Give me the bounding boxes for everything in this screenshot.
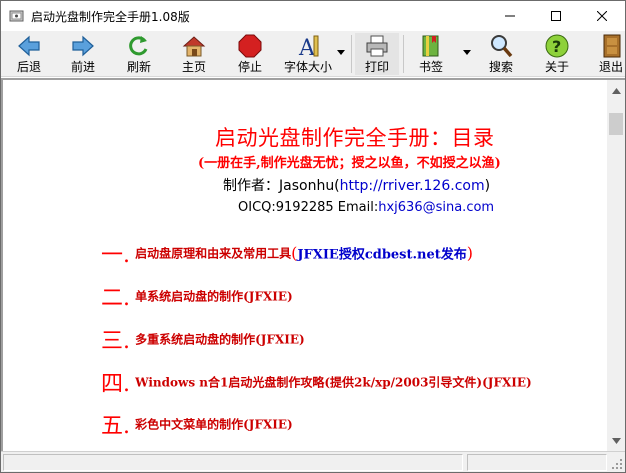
exit-door-icon bbox=[603, 34, 621, 58]
author-line: 制作者：Jasonhu(http://rriver.126.com) bbox=[223, 175, 490, 195]
page-subtitle: (一册在手,制作光盘无忧；授之以鱼，不如授之以渔) bbox=[198, 156, 501, 171]
toc-item-5[interactable]: 五. 彩色中文菜单的制作(JFXIE) bbox=[101, 408, 293, 440]
print-button[interactable]: 打印 bbox=[355, 33, 399, 75]
toc-number: 一. bbox=[101, 243, 130, 268]
toc-number: 四. bbox=[101, 372, 130, 397]
toc-credit-link[interactable]: JFXIE授权cdbest.net发布 bbox=[297, 248, 466, 263]
help-icon: ? bbox=[545, 34, 569, 58]
toc-item-1[interactable]: 一. 启动盘原理和由来及常用工具(JFXIE授权cdbest.net发布) bbox=[101, 237, 473, 269]
toc-link[interactable]: 启动盘原理和由来及常用工具 bbox=[135, 247, 291, 261]
author-suffix: ) bbox=[484, 178, 491, 194]
about-button[interactable]: ? 关于 bbox=[535, 33, 579, 75]
close-icon bbox=[597, 11, 607, 21]
stop-icon bbox=[238, 34, 262, 58]
toc-link[interactable]: 单系统启动盘的制作(JFXIE) bbox=[135, 290, 293, 304]
maximize-button[interactable] bbox=[533, 1, 579, 31]
toc-link[interactable]: Windows n合1启动光盘制作攻略(提供2k/xp/2003引导文件)(JF… bbox=[135, 376, 532, 390]
document-view[interactable]: 启动光盘制作完全手册：目录 (一册在手,制作光盘无忧；授之以鱼，不如授之以渔) … bbox=[1, 78, 607, 451]
status-bar bbox=[1, 451, 625, 472]
refresh-label: 刷新 bbox=[126, 60, 151, 74]
svg-text:A: A bbox=[298, 36, 316, 59]
back-button[interactable]: 后退 bbox=[7, 33, 51, 75]
resize-grip-icon[interactable] bbox=[611, 458, 623, 470]
window-title: 启动光盘制作完全手册1.08版 bbox=[31, 10, 190, 24]
stop-label: 停止 bbox=[237, 60, 262, 74]
search-button[interactable]: 搜索 bbox=[479, 33, 523, 75]
about-label: 关于 bbox=[544, 60, 569, 74]
font-size-button[interactable]: A 字体大小 bbox=[277, 33, 339, 75]
exit-label: 退出 bbox=[598, 60, 623, 74]
email-link[interactable]: hxj636@sina.com bbox=[378, 200, 494, 215]
status-panel-secondary bbox=[467, 454, 607, 471]
author-prefix: 制作者：Jasonhu( bbox=[223, 178, 340, 194]
author-homepage-link[interactable]: http://rriver.126.com bbox=[340, 178, 485, 194]
close-button[interactable] bbox=[579, 1, 625, 31]
font-size-label: 字体大小 bbox=[283, 60, 332, 74]
stop-button[interactable]: 停止 bbox=[228, 33, 272, 75]
refresh-icon bbox=[129, 36, 148, 56]
font-size-dropdown-icon[interactable] bbox=[335, 45, 347, 59]
back-label: 后退 bbox=[16, 60, 41, 74]
book-disc-icon bbox=[9, 10, 24, 22]
toc-item-3[interactable]: 三. 多重系统启动盘的制作(JFXIE) bbox=[101, 323, 305, 355]
toc-item-2[interactable]: 二. 单系统启动盘的制作(JFXIE) bbox=[101, 280, 293, 312]
scrollbar-thumb[interactable] bbox=[609, 113, 623, 135]
contact-line: OICQ:9192285 Email:hxj636@sina.com bbox=[238, 200, 494, 215]
toolbar-separator bbox=[351, 35, 352, 73]
printer-icon bbox=[366, 35, 388, 57]
font-size-icon: A bbox=[298, 35, 319, 59]
app-window: 启动光盘制作完全手册1.08版 后退 前进 刷新 主页 停止 A 字体大小 打印… bbox=[0, 0, 626, 473]
home-label: 主页 bbox=[181, 60, 206, 74]
vertical-scrollbar[interactable] bbox=[607, 78, 625, 451]
forward-arrow-icon bbox=[72, 35, 94, 57]
home-icon bbox=[182, 36, 206, 57]
toc-link[interactable]: 彩色中文菜单的制作(JFXIE) bbox=[135, 418, 293, 432]
toolbar-separator bbox=[403, 35, 404, 73]
exit-button[interactable]: 退出 bbox=[593, 33, 625, 75]
toc-number: 二. bbox=[101, 286, 130, 311]
search-label: 搜索 bbox=[488, 60, 513, 74]
toc-number: 五. bbox=[101, 414, 130, 439]
toc-link[interactable]: 多重系统启动盘的制作(JFXIE) bbox=[135, 333, 305, 347]
close-paren: ) bbox=[466, 243, 474, 263]
chevron-up-icon bbox=[611, 87, 621, 94]
scroll-down-button[interactable] bbox=[607, 432, 625, 449]
toc-item-4[interactable]: 四. Windows n合1启动光盘制作攻略(提供2k/xp/2003引导文件)… bbox=[101, 366, 532, 398]
minimize-icon bbox=[505, 15, 515, 17]
minimize-button[interactable] bbox=[487, 1, 533, 31]
scroll-up-button[interactable] bbox=[607, 82, 625, 99]
forward-label: 前进 bbox=[70, 60, 95, 74]
chevron-down-icon bbox=[611, 437, 621, 444]
contact-prefix: OICQ:9192285 Email: bbox=[238, 200, 379, 215]
bookmark-dropdown-icon[interactable] bbox=[461, 45, 473, 59]
forward-button[interactable]: 前进 bbox=[61, 33, 105, 75]
home-button[interactable]: 主页 bbox=[172, 33, 216, 75]
status-panel-main bbox=[3, 454, 463, 471]
refresh-button[interactable]: 刷新 bbox=[117, 33, 161, 75]
maximize-icon bbox=[551, 11, 561, 21]
search-icon bbox=[491, 35, 513, 58]
svg-text:?: ? bbox=[552, 37, 561, 56]
bookmark-label: 书签 bbox=[418, 60, 443, 74]
print-label: 打印 bbox=[364, 60, 389, 74]
back-arrow-icon bbox=[18, 35, 40, 57]
title-bar[interactable]: 启动光盘制作完全手册1.08版 bbox=[1, 1, 625, 31]
bookmark-icon bbox=[422, 35, 439, 57]
bookmark-button[interactable]: 书签 bbox=[407, 33, 455, 75]
toolbar: 后退 前进 刷新 主页 停止 A 字体大小 打印 书签 搜索 ? 关于 退出 bbox=[1, 31, 625, 77]
page-title: 启动光盘制作完全手册：目录 bbox=[215, 126, 495, 150]
toc-number: 三. bbox=[101, 329, 130, 354]
